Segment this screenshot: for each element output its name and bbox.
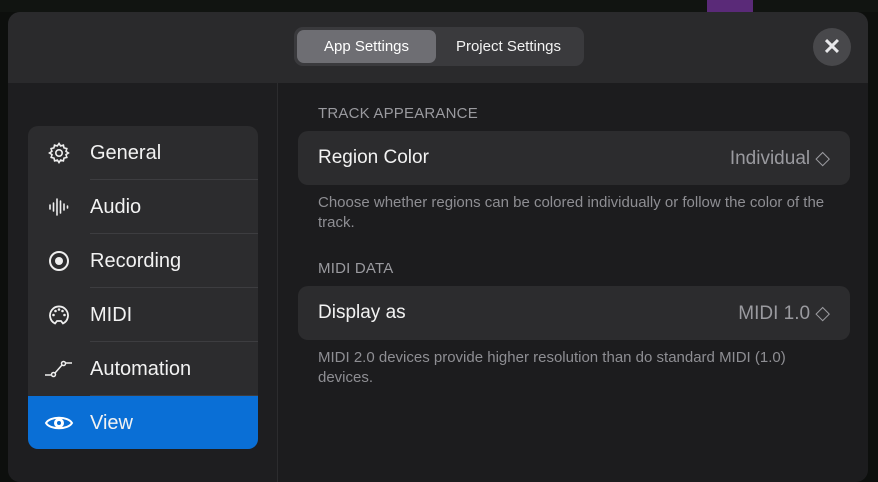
tab-project-settings[interactable]: Project Settings — [436, 30, 581, 63]
display-as-popup[interactable]: MIDI 1.0 ◇ — [738, 302, 830, 325]
sidebar: General Audio Recording MIDI Automation … — [8, 83, 278, 482]
settings-modal: App Settings Project Settings ✕ General … — [8, 12, 868, 482]
sidebar-item-automation[interactable]: Automation — [28, 342, 258, 396]
sidebar-item-label: MIDI — [90, 303, 133, 326]
region-color-label: Region Color — [318, 147, 429, 168]
sidebar-item-label: Automation — [90, 357, 192, 380]
background-button — [707, 0, 753, 12]
midi-port-icon — [28, 303, 90, 327]
eye-icon — [28, 411, 90, 435]
automation-icon — [28, 357, 90, 381]
section-header-track-appearance: TRACK APPEARANCE — [318, 105, 478, 122]
region-color-popup[interactable]: Individual ◇ — [730, 147, 830, 170]
settings-segmented-control: App Settings Project Settings — [294, 27, 584, 66]
display-as-description: MIDI 2.0 devices provide higher resoluti… — [318, 349, 786, 386]
gear-icon — [28, 141, 90, 165]
settings-content: TRACK APPEARANCE Region Color Individual… — [298, 83, 850, 388]
sidebar-item-view[interactable]: View — [28, 396, 258, 449]
display-as-label: Display as — [318, 302, 406, 323]
display-as-row[interactable]: Display as MIDI 1.0 ◇ — [298, 286, 850, 340]
sidebar-item-label: View — [90, 411, 133, 434]
sidebar-item-recording[interactable]: Recording — [28, 234, 258, 288]
close-button[interactable]: ✕ — [813, 28, 851, 66]
sidebar-list: General Audio Recording MIDI Automation … — [28, 126, 258, 449]
region-color-row[interactable]: Region Color Individual ◇ — [298, 131, 850, 185]
record-icon — [28, 249, 90, 273]
sidebar-item-general[interactable]: General — [28, 126, 258, 180]
modal-header: App Settings Project Settings ✕ — [8, 12, 868, 83]
sidebar-item-label: General — [90, 141, 162, 164]
tab-app-settings[interactable]: App Settings — [297, 30, 436, 63]
sidebar-item-label: Audio — [90, 195, 142, 218]
sidebar-item-midi[interactable]: MIDI — [28, 288, 258, 342]
sidebar-item-label: Recording — [90, 249, 182, 272]
region-color-description: Choose whether regions can be colored in… — [318, 194, 825, 231]
background-toolbar — [0, 0, 878, 12]
waveform-icon — [28, 195, 90, 219]
section-header-midi-data: MIDI DATA — [318, 260, 394, 277]
sidebar-item-audio[interactable]: Audio — [28, 180, 258, 234]
